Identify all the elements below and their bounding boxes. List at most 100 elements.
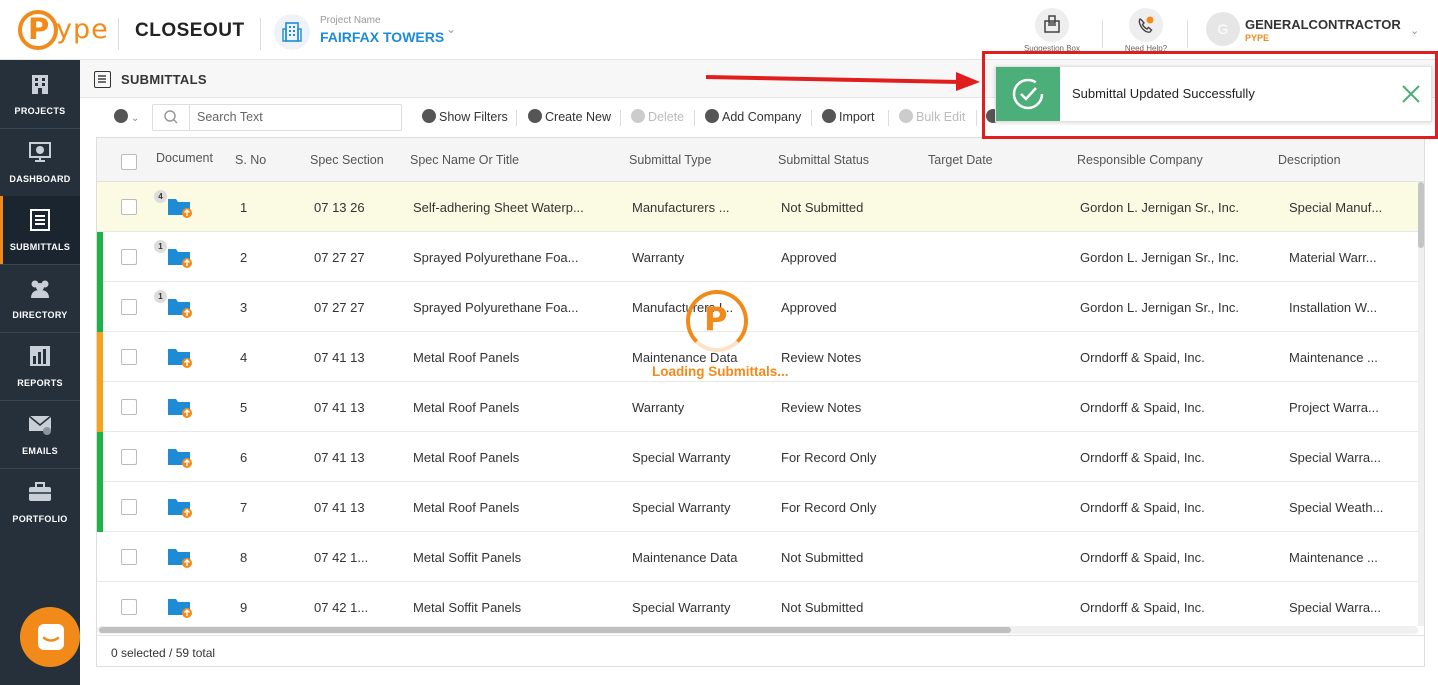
- sidebar-item-emails[interactable]: EMAILS: [0, 400, 80, 468]
- project-selector[interactable]: FAIRFAX TOWERS: [320, 29, 444, 45]
- scrollbar-thumb[interactable]: [99, 627, 1011, 633]
- search-input[interactable]: [197, 110, 387, 124]
- status-indicator: [97, 282, 103, 332]
- view-menu-button[interactable]: ⌄: [114, 109, 139, 124]
- folder-upload-icon[interactable]: [167, 196, 193, 218]
- row-checkbox[interactable]: [121, 599, 137, 615]
- chevron-down-icon[interactable]: ⌄: [1410, 24, 1419, 37]
- add-company-button[interactable]: Add Company: [705, 109, 801, 124]
- column-header[interactable]: Spec Section: [310, 153, 384, 167]
- search-field[interactable]: [152, 104, 402, 131]
- cell-responsible-company: Orndorff & Spaid, Inc.: [1080, 450, 1205, 465]
- success-check-icon: [996, 67, 1060, 121]
- folder-upload-icon[interactable]: [167, 496, 193, 518]
- column-header[interactable]: Responsible Company: [1077, 153, 1203, 167]
- pencil-icon: [899, 109, 913, 123]
- user-name[interactable]: GENERALCONTRACTOR: [1245, 17, 1401, 32]
- import-button[interactable]: Import: [822, 109, 874, 124]
- column-header[interactable]: Submittal Status: [778, 153, 869, 167]
- cell-submittal-status: Not Submitted: [781, 200, 864, 215]
- cell-responsible-company: Orndorff & Spaid, Inc.: [1080, 550, 1205, 565]
- row-checkbox[interactable]: [121, 399, 137, 415]
- folder-upload-icon[interactable]: [167, 296, 193, 318]
- folder-upload-icon[interactable]: [167, 546, 193, 568]
- close-icon[interactable]: [1400, 83, 1422, 105]
- submittals-table: Document S. No Spec Section Spec Name Or…: [96, 137, 1425, 667]
- row-checkbox[interactable]: [121, 299, 137, 315]
- cell-submittal-type: Special Warranty: [632, 500, 731, 515]
- sidebar-item-dashboard[interactable]: DASHBOARD: [0, 128, 80, 196]
- cell-description: Material Warr...: [1289, 250, 1377, 265]
- folder-upload-icon[interactable]: [167, 396, 193, 418]
- help-button[interactable]: [1129, 8, 1163, 42]
- cell-s-no: 9: [240, 600, 248, 615]
- chevron-down-icon[interactable]: ⌄: [446, 22, 456, 36]
- cell-spec-section: 07 42 1...: [314, 600, 369, 615]
- cell-submittal-status: Not Submitted: [781, 600, 864, 615]
- toolbar-divider: [694, 110, 695, 126]
- page-title: SUBMITTALS: [121, 72, 207, 87]
- cell-spec-section: 07 41 13: [314, 500, 365, 515]
- row-checkbox[interactable]: [121, 199, 137, 215]
- delete-button[interactable]: Delete: [631, 109, 684, 124]
- horizontal-scrollbar[interactable]: [97, 626, 1418, 634]
- sidebar-item-projects[interactable]: PROJECTS: [0, 60, 80, 128]
- sidebar: PROJECTS DASHBOARD SUBMITTALS DIRECTORY …: [0, 60, 80, 685]
- document-count-badge: 1: [154, 290, 167, 303]
- column-header[interactable]: Document: [156, 151, 213, 165]
- cell-spec-name: Self-adhering Sheet Waterp...: [413, 200, 584, 215]
- table-row[interactable]: 1 3 07 27 27 Sprayed Polyurethane Foa... Man…: [97, 282, 1418, 332]
- table-row[interactable]: 4 1 07 13 26 Self-adhering Sheet Waterp... M…: [97, 182, 1418, 232]
- toolbar-divider: [620, 110, 621, 126]
- pype-logo[interactable]: P ype: [18, 10, 110, 50]
- column-header[interactable]: Description: [1278, 153, 1341, 167]
- vertical-scrollbar[interactable]: [1418, 182, 1424, 626]
- folder-upload-icon[interactable]: [167, 246, 193, 268]
- column-header[interactable]: Spec Name Or Title: [410, 153, 519, 167]
- sidebar-item-submittals[interactable]: SUBMITTALS: [0, 196, 80, 264]
- avatar[interactable]: G: [1206, 12, 1240, 46]
- table-row[interactable]: 9 07 42 1... Metal Soffit Panels Special Wa…: [97, 582, 1418, 632]
- header-divider: [1102, 20, 1103, 48]
- table-row[interactable]: 5 07 41 13 Metal Roof Panels Warranty Review…: [97, 382, 1418, 432]
- plus-icon: [528, 109, 542, 123]
- chat-launcher-button[interactable]: [20, 607, 80, 667]
- column-header[interactable]: Target Date: [928, 153, 993, 167]
- create-new-button[interactable]: Create New: [528, 109, 611, 124]
- row-checkbox[interactable]: [121, 549, 137, 565]
- scrollbar-thumb[interactable]: [1418, 182, 1424, 248]
- sidebar-item-reports[interactable]: REPORTS: [0, 332, 80, 400]
- document-count-badge: 4: [154, 190, 167, 203]
- row-checkbox[interactable]: [121, 499, 137, 515]
- suggestion-box-button[interactable]: [1035, 8, 1069, 42]
- submittals-icon: [30, 209, 50, 231]
- column-header[interactable]: S. No: [235, 153, 266, 167]
- column-header[interactable]: Submittal Type: [629, 153, 711, 167]
- folder-upload-icon[interactable]: [167, 446, 193, 468]
- phone-help-icon: [1138, 16, 1154, 33]
- row-checkbox[interactable]: [121, 449, 137, 465]
- sidebar-item-directory[interactable]: DIRECTORY: [0, 264, 80, 332]
- cell-spec-name: Metal Roof Panels: [413, 500, 520, 515]
- bulk-edit-button[interactable]: Bulk Edit: [899, 109, 965, 124]
- cell-responsible-company: Gordon L. Jernigan Sr., Inc.: [1080, 200, 1239, 215]
- table-row[interactable]: 6 07 41 13 Metal Roof Panels Special Warran…: [97, 432, 1418, 482]
- search-icon: [164, 110, 178, 124]
- table-row[interactable]: 1 2 07 27 27 Sprayed Polyurethane Foa... War…: [97, 232, 1418, 282]
- table-row[interactable]: 7 07 41 13 Metal Roof Panels Special Warran…: [97, 482, 1418, 532]
- cell-spec-section: 07 41 13: [314, 400, 365, 415]
- select-all-checkbox[interactable]: [121, 154, 137, 170]
- sidebar-item-portfolio[interactable]: PORTFOLIO: [0, 468, 80, 536]
- table-header: Document S. No Spec Section Spec Name Or…: [97, 138, 1424, 182]
- row-checkbox[interactable]: [121, 349, 137, 365]
- folder-upload-icon[interactable]: [167, 596, 193, 618]
- cell-spec-name: Metal Roof Panels: [413, 400, 520, 415]
- add-company-label: Add Company: [722, 110, 802, 124]
- cell-s-no: 1: [240, 200, 248, 215]
- show-filters-button[interactable]: Show Filters: [422, 109, 508, 124]
- folder-upload-icon[interactable]: [167, 346, 193, 368]
- row-checkbox[interactable]: [121, 249, 137, 265]
- status-indicator: [97, 332, 103, 382]
- logo-p: P: [28, 12, 50, 46]
- table-row[interactable]: 8 07 42 1... Metal Soffit Panels Maintenanc…: [97, 532, 1418, 582]
